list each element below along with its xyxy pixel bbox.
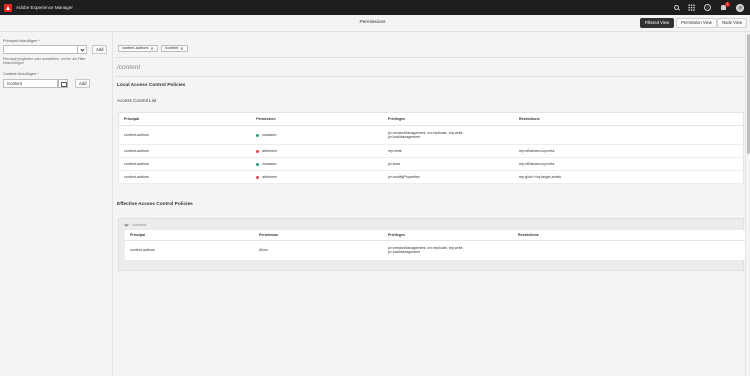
close-icon[interactable]: ✕ bbox=[180, 46, 183, 51]
add-principal-button[interactable]: Add bbox=[92, 45, 108, 54]
content-label: Content hinzufügen * bbox=[3, 72, 39, 76]
cell-principal: content-authors bbox=[130, 248, 155, 253]
action-bar: Permissions Filtered View Permission Vie… bbox=[0, 15, 750, 32]
scrollbar[interactable] bbox=[745, 32, 750, 376]
principal-label: Principal hinzufügen * bbox=[3, 39, 40, 43]
close-icon[interactable]: ✕ bbox=[150, 46, 153, 51]
table-row[interactable]: content-authors Allow jcr:versionManagem… bbox=[125, 240, 745, 260]
column-header-restrictions[interactable]: Restrictions bbox=[513, 230, 745, 241]
content-path-field[interactable]: /content bbox=[3, 79, 58, 88]
user-avatar[interactable] bbox=[736, 3, 744, 12]
permission-label: ablehnen bbox=[262, 149, 278, 153]
column-header-privileges[interactable]: Privileges bbox=[383, 112, 514, 126]
cell-principal: content-authors bbox=[118, 125, 252, 145]
divider bbox=[116, 57, 745, 58]
cell-principal: content-authors bbox=[118, 144, 252, 158]
table-header-row: Principal Permission Privileges Restrict… bbox=[125, 230, 745, 241]
filter-rail: Principal hinzufügen * Add Principal (er… bbox=[0, 32, 113, 376]
column-header-restrictions[interactable]: Restrictions bbox=[513, 112, 744, 126]
principal-help-text: Principal (ergänzen oder auswählen, um i… bbox=[3, 57, 86, 66]
solutions-grid-icon[interactable] bbox=[688, 4, 695, 11]
folder-browse-icon[interactable] bbox=[58, 79, 68, 88]
cell-privileges: rep:write bbox=[383, 144, 514, 158]
add-content-button[interactable]: Add bbox=[75, 79, 91, 88]
table-header-row: Principal Permission Privileges Restrict… bbox=[118, 112, 744, 126]
cell-restrictions: rep:ntNames=cq:meta bbox=[513, 157, 744, 171]
node-view-button[interactable]: Node View bbox=[717, 18, 748, 28]
allow-status-dot bbox=[256, 133, 260, 137]
product-title[interactable]: Adobe Experience Manager bbox=[16, 5, 73, 10]
cell-restrictions bbox=[513, 125, 744, 145]
chip-path[interactable]: /content ✕ bbox=[160, 45, 188, 52]
table-row[interactable]: content-authors zulassen jcr:read rep:nt… bbox=[118, 157, 744, 171]
permission-view-button[interactable]: Permission View bbox=[676, 18, 717, 28]
column-header-principal[interactable]: Principal bbox=[118, 112, 252, 126]
column-header-principal[interactable]: Principal bbox=[125, 230, 254, 241]
effective-group-path: /content bbox=[132, 222, 147, 227]
allow-status-dot bbox=[256, 162, 260, 166]
cell-principal: content-authors bbox=[118, 157, 252, 171]
divider bbox=[116, 76, 745, 77]
content-path-heading: /content bbox=[117, 64, 141, 71]
cell-permission: Allow bbox=[259, 248, 268, 253]
cell-restrictions: rep:glob=*/cq:target-amkts bbox=[513, 170, 744, 184]
column-header-permission[interactable]: Permission bbox=[254, 230, 383, 241]
panel-padding bbox=[119, 260, 743, 270]
cell-permission: ablehnen bbox=[251, 170, 384, 184]
search-icon[interactable] bbox=[674, 5, 679, 10]
cell-privileges: jcr:read bbox=[383, 157, 514, 171]
permission-label: zulassen bbox=[262, 162, 277, 166]
cell-permission: zulassen bbox=[251, 157, 384, 171]
privileges-line: jcr:lockManagement bbox=[388, 135, 421, 139]
effective-policies-heading: Effective Access Control Policies bbox=[117, 202, 193, 207]
deny-status-dot bbox=[256, 149, 260, 153]
privileges-line: jcr:lockManagement bbox=[388, 250, 421, 255]
page-title: Permissions bbox=[359, 20, 386, 25]
cell-privileges: jcr:versionManagement, crx:replicate, re… bbox=[383, 240, 513, 260]
help-icon[interactable]: ? bbox=[704, 4, 711, 11]
effective-group-header[interactable]: /content bbox=[119, 219, 743, 230]
filtered-view-button[interactable]: Filtered View bbox=[640, 18, 675, 28]
cell-principal: content-authors bbox=[118, 170, 252, 184]
cell-privileges: jcr:modifyProperties bbox=[383, 170, 514, 184]
notifications-bell-icon[interactable]: 1 bbox=[720, 2, 730, 11]
permission-label: zulassen bbox=[262, 133, 277, 137]
column-header-permission[interactable]: Permission bbox=[251, 112, 384, 126]
cell-permission: ablehnen bbox=[251, 144, 384, 158]
chip-principal[interactable]: content-authors ✕ bbox=[118, 45, 158, 52]
shell-bar: Adobe Experience Manager ? 1 bbox=[0, 0, 750, 15]
acl-heading: Access Control List bbox=[117, 98, 157, 103]
effective-policies-panel: /content Principal Permission Privileges… bbox=[118, 218, 745, 271]
adobe-logo-icon[interactable] bbox=[4, 3, 12, 12]
chip-label: /content bbox=[164, 46, 179, 50]
table-row[interactable]: content-authors ablehnen jcr:modifyPrope… bbox=[118, 170, 744, 184]
effective-acl-table: Principal Permission Privileges Restrict… bbox=[125, 230, 745, 260]
notification-badge: 1 bbox=[725, 2, 730, 7]
chip-label: content-authors bbox=[122, 46, 149, 50]
local-policies-heading: Local Access Control Policies bbox=[117, 83, 186, 88]
cell-permission: zulassen bbox=[251, 125, 384, 145]
main-panel: content-authors ✕ /content ✕ /content Lo… bbox=[113, 32, 745, 376]
column-header-privileges[interactable]: Privileges bbox=[383, 230, 513, 241]
chevron-down-icon[interactable] bbox=[124, 221, 129, 227]
cell-privileges: jcr:versionManagement, crx:replicate, re… bbox=[383, 125, 514, 145]
filter-chips: content-authors ✕ /content ✕ bbox=[118, 45, 188, 52]
deny-status-dot bbox=[256, 175, 260, 179]
principal-combobox[interactable] bbox=[3, 45, 87, 54]
local-acl-table: Principal Permission Privileges Restrict… bbox=[118, 112, 744, 184]
cell-restrictions: rep:ntNames=cq:meta bbox=[513, 144, 744, 158]
permission-label: ablehnen bbox=[262, 175, 278, 179]
table-row[interactable]: content-authors ablehnen rep:write rep:n… bbox=[118, 144, 744, 158]
cell-restrictions bbox=[513, 240, 745, 260]
chevron-down-icon[interactable] bbox=[77, 46, 86, 53]
table-row[interactable]: content-authors zulassen jcr:versionMana… bbox=[118, 125, 744, 145]
